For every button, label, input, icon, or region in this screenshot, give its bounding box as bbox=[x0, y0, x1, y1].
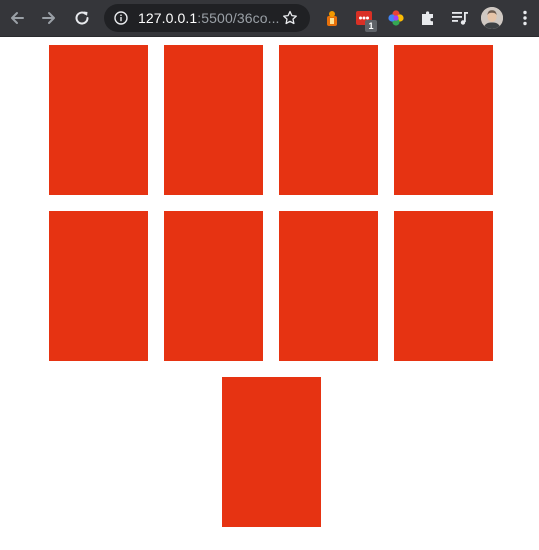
card[interactable] bbox=[164, 45, 263, 195]
url-host: 127.0.0.1 bbox=[138, 10, 198, 26]
card[interactable] bbox=[394, 211, 493, 361]
card[interactable] bbox=[279, 211, 378, 361]
arrow-left-icon bbox=[11, 12, 24, 24]
extension-color-wheel-icon[interactable] bbox=[386, 8, 406, 28]
kebab-menu-icon[interactable] bbox=[515, 8, 535, 28]
back-button[interactable] bbox=[5, 6, 29, 30]
card[interactable] bbox=[164, 211, 263, 361]
extension-figure-icon[interactable] bbox=[322, 8, 342, 28]
address-bar[interactable]: 127.0.0.1:5500/36co... bbox=[104, 4, 310, 32]
extension-badge: 1 bbox=[365, 20, 377, 32]
url-text[interactable]: 127.0.0.1:5500/36co... bbox=[138, 10, 280, 26]
reload-button[interactable] bbox=[70, 6, 94, 30]
puzzle-icon[interactable] bbox=[418, 8, 438, 28]
profile-avatar[interactable] bbox=[481, 7, 503, 29]
browser-toolbar: 127.0.0.1:5500/36co... 1 bbox=[0, 0, 539, 37]
arrow-right-icon bbox=[42, 12, 55, 24]
reload-icon bbox=[75, 11, 89, 25]
url-path: :5500/36co... bbox=[197, 10, 280, 26]
star-icon[interactable] bbox=[282, 10, 298, 26]
info-icon[interactable] bbox=[114, 11, 128, 25]
card[interactable] bbox=[49, 45, 148, 195]
card[interactable] bbox=[279, 45, 378, 195]
forward-button[interactable] bbox=[37, 6, 61, 30]
card[interactable] bbox=[222, 377, 321, 527]
media-control-icon[interactable] bbox=[450, 8, 470, 28]
card[interactable] bbox=[49, 211, 148, 361]
card[interactable] bbox=[394, 45, 493, 195]
